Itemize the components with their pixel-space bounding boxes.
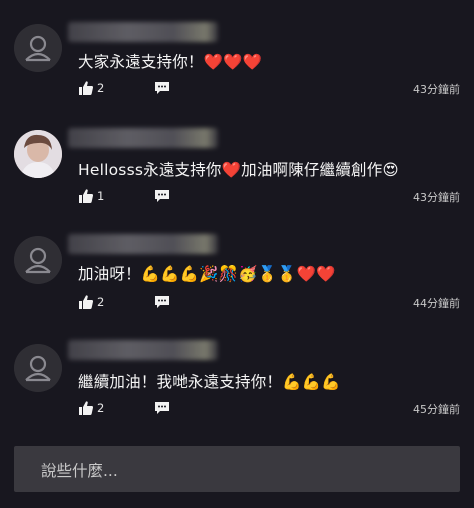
comment-input[interactable]: 說些什麼... [14, 446, 460, 492]
username-blurred[interactable] [68, 234, 218, 254]
comment-actions: 2 45分鐘前 [78, 398, 468, 418]
comment-icon[interactable] [154, 81, 170, 95]
comment-text: 大家永遠支持你！❤️❤️❤️ [78, 53, 263, 71]
comment-section: 大家永遠支持你！❤️❤️❤️ 2 43分鐘前 Hellosss永遠支持你❤️加油… [0, 0, 474, 508]
comment-text: Hellosss永遠支持你❤️加油啊陳仔繼續創作😍 [78, 161, 399, 179]
username-blurred[interactable] [68, 128, 218, 148]
comment-actions: 1 43分鐘前 [78, 186, 468, 206]
thumbs-up-icon[interactable] [78, 80, 94, 96]
comment-icon[interactable] [154, 189, 170, 203]
user-avatar[interactable] [14, 130, 62, 178]
comment-timestamp: 43分鐘前 [413, 191, 460, 204]
thumbs-up-icon[interactable] [78, 188, 94, 204]
default-avatar-icon[interactable] [14, 344, 62, 392]
like-count: 1 [97, 189, 105, 203]
thumbs-up-icon[interactable] [78, 400, 94, 416]
comment-timestamp: 43分鐘前 [413, 83, 460, 96]
username-blurred[interactable] [68, 22, 218, 42]
comment-icon[interactable] [154, 401, 170, 415]
comment-text: 繼續加油！我哋永遠支持你！💪💪💪 [78, 373, 341, 391]
username-blurred[interactable] [68, 340, 218, 360]
default-avatar-icon[interactable] [14, 236, 62, 284]
input-placeholder: 說些什麼... [41, 462, 118, 480]
comment-timestamp: 44分鐘前 [413, 297, 460, 310]
comment-text: 加油呀！💪💪💪🎉🎊🥳🥇🥇❤️❤️ [78, 265, 336, 283]
comment-actions: 2 43分鐘前 [78, 78, 468, 98]
like-count: 2 [97, 81, 105, 95]
thumbs-up-icon[interactable] [78, 294, 94, 310]
like-count: 2 [97, 295, 105, 309]
default-avatar-icon[interactable] [14, 24, 62, 72]
like-count: 2 [97, 401, 105, 415]
comment-timestamp: 45分鐘前 [413, 403, 460, 416]
comment-actions: 2 44分鐘前 [78, 292, 468, 312]
comment-icon[interactable] [154, 295, 170, 309]
